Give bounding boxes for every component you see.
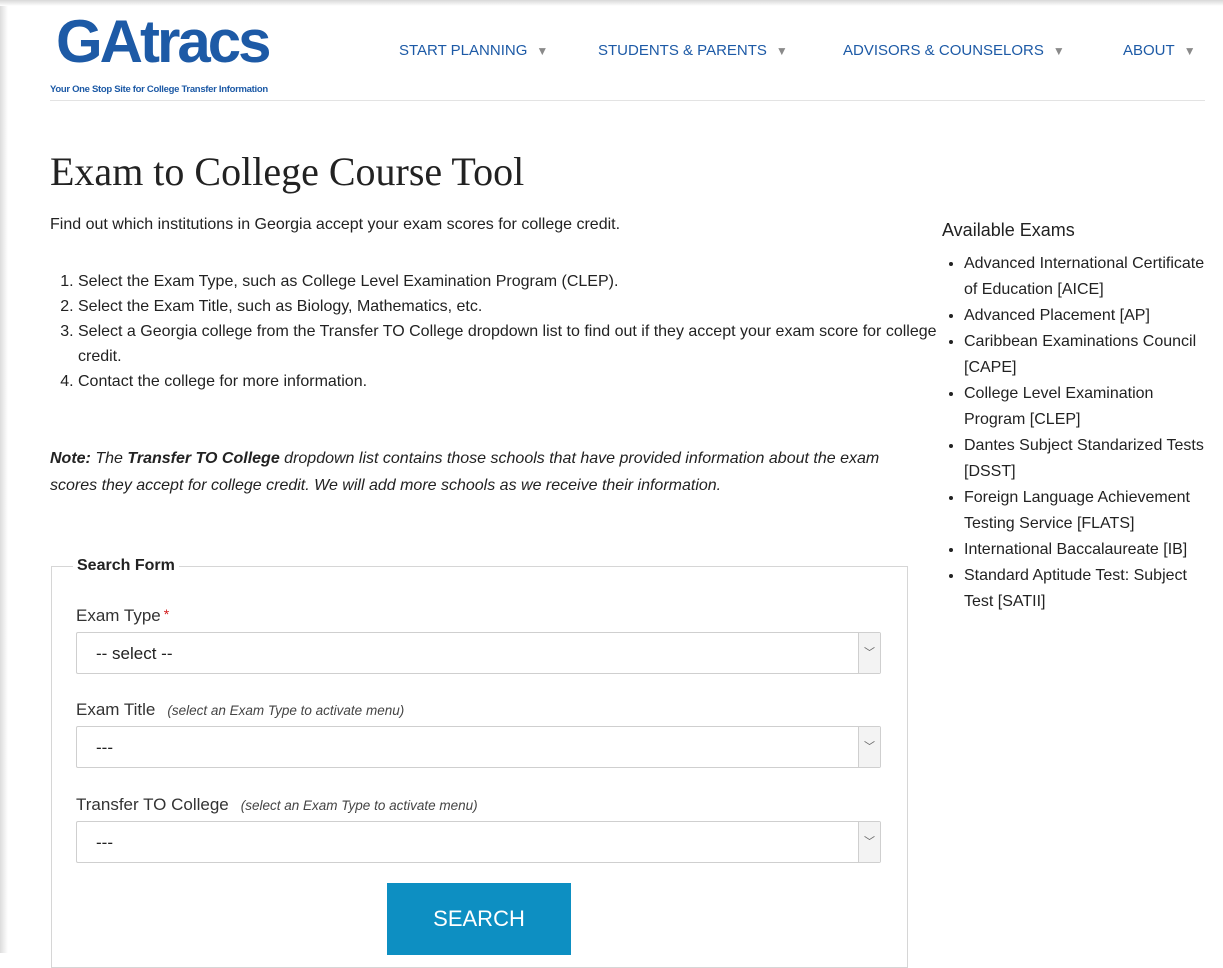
chevron-down-icon: ﹀: [858, 633, 880, 673]
chevron-down-icon: ﹀: [858, 822, 880, 862]
exam-type-select[interactable]: -- select -- ﹀: [76, 632, 881, 674]
transfer-to-value: ---: [96, 833, 113, 852]
exam-list-item: Foreign Language Achievement Testing Ser…: [964, 485, 1212, 537]
chevron-down-icon: ﹀: [858, 727, 880, 767]
search-button[interactable]: SEARCH: [387, 883, 571, 955]
note-paragraph: Note: The Transfer TO College dropdown l…: [50, 445, 915, 499]
nav-about[interactable]: ABOUT ▼: [1123, 42, 1196, 59]
sidebar-title: Available Exams: [942, 220, 1075, 240]
exam-list-item: Advanced International Certificate of Ed…: [964, 251, 1212, 303]
logo-tagline: Your One Stop Site for College Transfer …: [50, 84, 268, 95]
exam-list-item: Advanced Placement [AP]: [964, 303, 1212, 329]
intro-text: Find out which institutions in Georgia a…: [50, 216, 621, 233]
note-bold: Transfer TO College: [127, 450, 280, 467]
step-item: Select the Exam Type, such as College Le…: [78, 269, 958, 294]
page-title: Exam to College Course Tool: [50, 149, 525, 194]
exam-list-item: Standard Aptitude Test: Subject Test [SA…: [964, 563, 1212, 615]
note-pre: The: [95, 450, 123, 467]
required-marker: *: [163, 606, 170, 622]
transfer-to-label-text: Transfer TO College: [76, 795, 229, 814]
step-item: Contact the college for more information…: [78, 369, 958, 394]
step-item: Select a Georgia college from the Transf…: [78, 319, 958, 369]
logo-wordmark: GAtracs: [56, 8, 271, 75]
exam-title-value: ---: [96, 738, 113, 757]
nav-students-parents[interactable]: STUDENTS & PARENTS ▼: [598, 42, 788, 59]
chevron-down-icon: ▼: [775, 44, 788, 58]
transfer-to-select[interactable]: --- ﹀: [76, 821, 881, 863]
exam-list-item: Dantes Subject Standarized Tests [DSST]: [964, 433, 1212, 485]
exam-title-select[interactable]: --- ﹀: [76, 726, 881, 768]
nav-label: START PLANNING: [399, 42, 528, 59]
nav-start-planning[interactable]: START PLANNING ▼: [399, 42, 548, 59]
nav-label: ADVISORS & COUNSELORS: [843, 42, 1044, 59]
chevron-down-icon: ▼: [1052, 44, 1065, 58]
site-logo[interactable]: GAtracs Your One Stop Site for College T…: [50, 12, 280, 100]
exam-type-label: Exam Type *: [76, 606, 169, 626]
chevron-down-icon: ▼: [1183, 44, 1196, 58]
exam-type-label-text: Exam Type: [76, 606, 161, 625]
search-form-legend: Search Form: [73, 557, 179, 575]
exam-type-value: -- select --: [96, 644, 173, 663]
nav-advisors-counselors[interactable]: ADVISORS & COUNSELORS ▼: [843, 42, 1065, 59]
nav-label: STUDENTS & PARENTS: [598, 42, 767, 59]
exam-title-label: Exam Title (select an Exam Type to activa…: [76, 700, 404, 720]
transfer-to-label: Transfer TO College (select an Exam Type …: [76, 795, 478, 815]
instruction-steps: Select the Exam Type, such as College Le…: [50, 269, 958, 394]
exam-list-item: International Baccalaureate [IB]: [964, 537, 1212, 563]
exam-list-item: Caribbean Examinations Council [CAPE]: [964, 329, 1212, 381]
step-item: Select the Exam Title, such as Biology, …: [78, 294, 958, 319]
exam-title-label-text: Exam Title: [76, 700, 156, 719]
chevron-down-icon: ▼: [536, 44, 549, 58]
exam-list-item: College Level Examination Program [CLEP]: [964, 381, 1212, 433]
site-header: GAtracs Your One Stop Site for College T…: [50, 8, 1205, 101]
note-label: Note:: [50, 450, 91, 467]
transfer-to-hint: (select an Exam Type to activate menu): [240, 798, 478, 813]
exam-title-hint: (select an Exam Type to activate menu): [167, 703, 405, 718]
nav-label: ABOUT: [1123, 42, 1175, 59]
exam-list: Advanced International Certificate of Ed…: [942, 251, 1212, 615]
available-exams-sidebar: Available Exams Advanced International C…: [942, 220, 1212, 615]
left-edge-shadow: [0, 0, 8, 953]
top-edge-shadow: [0, 0, 1223, 6]
